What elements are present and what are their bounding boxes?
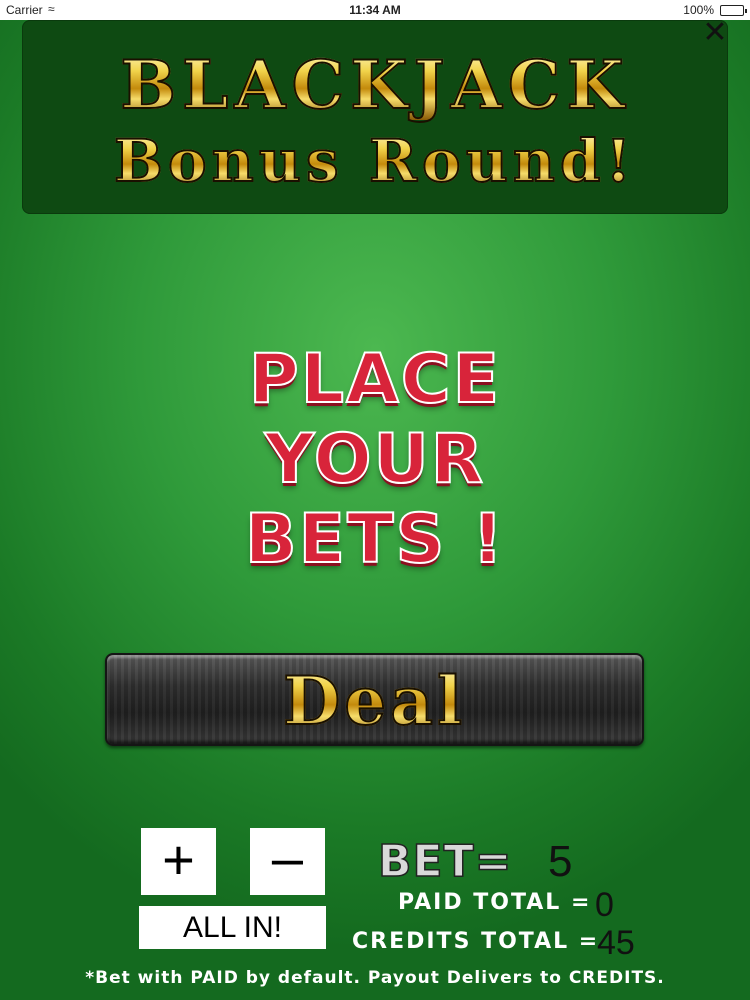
minus-icon: – [271,826,304,889]
all-in-button[interactable]: ALL IN! [139,906,326,949]
status-bar: Carrier ≈ 11:34 AM 100% [0,0,750,20]
footnote: *Bet with PAID by default. Payout Delive… [85,968,665,988]
title-banner: BLACKJACK Bonus Round! [22,20,728,214]
bet-value: 5 [548,837,573,886]
clock: 11:34 AM [349,3,401,17]
deal-button-label: Deal [107,662,642,740]
credits-total-value: 45 [597,924,635,962]
decrease-bet-button[interactable]: – [250,828,325,895]
prompt-line: YOUR [264,419,486,500]
all-in-label: ALL IN! [183,911,282,944]
paid-total-value: 0 [595,886,614,924]
prompt-line: BETS ! [244,499,506,580]
close-icon: ✕ [702,15,728,50]
bet-label: BET= [377,836,513,887]
increase-bet-button[interactable]: + [141,828,216,895]
plus-icon: + [162,828,195,891]
place-your-bets-prompt: PLACE YOUR BETS ! [150,339,600,580]
close-button[interactable]: ✕ [700,18,730,48]
prompt-line: PLACE [248,339,502,420]
credits-total-label: CREDITS TOTAL = [352,929,600,954]
deal-button[interactable]: Deal [105,653,644,746]
game-subtitle: Bonus Round! [22,129,728,193]
game-title: BLACKJACK [22,49,728,121]
paid-total-label: PAID TOTAL = [398,890,592,915]
